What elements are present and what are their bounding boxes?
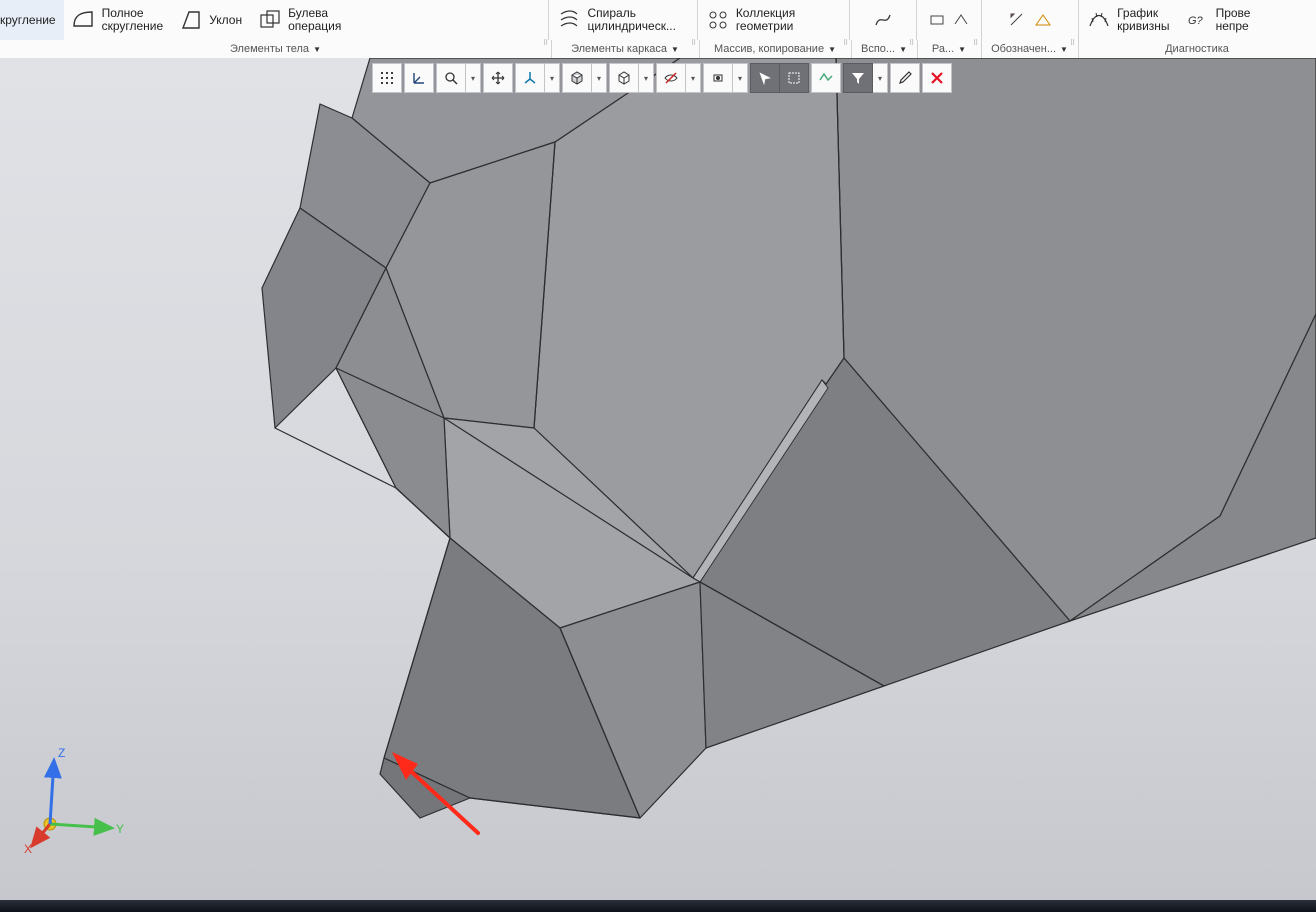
title-annot[interactable]: Обозначен...▼⠿ bbox=[981, 40, 1079, 58]
ribbon-item-check[interactable]: G? Провенепре bbox=[1178, 0, 1259, 40]
ribbon-group-aux bbox=[850, 0, 917, 40]
ribbon-group-dim bbox=[917, 0, 982, 40]
mb-close-icon[interactable] bbox=[922, 63, 952, 93]
ribbon-item-boolean[interactable]: Булеваоперация bbox=[250, 0, 349, 40]
ribbon-item-draft[interactable]: Уклон bbox=[171, 0, 250, 40]
ribbon-label: Коллекциягеометрии bbox=[736, 7, 795, 33]
ribbon-label: Провенепре bbox=[1216, 7, 1251, 33]
mb-grid-icon[interactable] bbox=[372, 63, 402, 93]
mb-ucs-icon[interactable] bbox=[404, 63, 434, 93]
svg-text:G?: G? bbox=[1188, 15, 1204, 27]
coordinate-triad[interactable]: X Y Z bbox=[12, 742, 132, 862]
spiral-icon bbox=[557, 8, 581, 32]
ribbon-label: Полноескругление bbox=[102, 7, 164, 33]
title-array[interactable]: Массив, копирование▼⠿ bbox=[699, 40, 852, 58]
axis-y-label: Y bbox=[116, 822, 124, 836]
ribbon-item-curvature-graph[interactable]: Графиккривизны bbox=[1079, 0, 1177, 40]
ribbon-label: Уклон bbox=[209, 14, 242, 27]
ribbon-item-fullround[interactable]: Полноескругление bbox=[64, 0, 172, 40]
ribbon-item-curve[interactable] bbox=[871, 8, 895, 32]
ribbon-small-3[interactable] bbox=[1005, 8, 1029, 32]
ribbon-group-array: Коллекциягеометрии bbox=[698, 0, 850, 40]
mb-orient-dd[interactable]: ▾ bbox=[545, 63, 560, 93]
ribbon-group-diag: Графиккривизны G? Провенепре bbox=[1079, 0, 1316, 40]
model-svg bbox=[0, 58, 1316, 900]
ribbon: кругление Полноескругление Уклон Булевао… bbox=[0, 0, 1316, 41]
mb-cube-dd[interactable]: ▾ bbox=[592, 63, 607, 93]
mb-hide-dd[interactable]: ▾ bbox=[686, 63, 701, 93]
ribbon-item-spiral[interactable]: Спиральцилиндрическ... bbox=[549, 0, 683, 40]
ribbon-item-geomcollection[interactable]: Коллекциягеометрии bbox=[698, 0, 803, 40]
axis-z-label: Z bbox=[58, 746, 65, 760]
title-diag: Диагностика bbox=[1078, 40, 1316, 58]
mb-persp-icon[interactable] bbox=[703, 63, 733, 93]
mb-zoom-dd[interactable]: ▾ bbox=[466, 63, 481, 93]
collection-icon bbox=[706, 8, 730, 32]
ribbon-group-annot bbox=[982, 0, 1080, 40]
check-icon: G? bbox=[1186, 8, 1210, 32]
fullround-icon bbox=[72, 8, 96, 32]
mb-cube-icon[interactable] bbox=[562, 63, 592, 93]
mb-persp-dd[interactable]: ▾ bbox=[733, 63, 748, 93]
mb-eyedrop-icon[interactable] bbox=[890, 63, 920, 93]
ribbon-group-body: кругление Полноескругление Уклон Булевао… bbox=[0, 0, 549, 40]
ribbon-titles: Элементы тела▼⠿ Элементы каркаса▼⠿ Масси… bbox=[0, 40, 1316, 59]
ribbon-label: Булеваоперация bbox=[288, 7, 341, 33]
ribbon-item-fillet[interactable]: кругление bbox=[0, 0, 64, 40]
mb-orient-icon[interactable] bbox=[515, 63, 545, 93]
mb-filter-icon[interactable] bbox=[843, 63, 873, 93]
axis-x-label: X bbox=[24, 842, 32, 856]
viewport-3d[interactable]: ▾ ▾ ▾ ▾ ▾ ▾ ▾ bbox=[0, 58, 1316, 900]
title-aux[interactable]: Вспо...▼⠿ bbox=[851, 40, 918, 58]
title-frame[interactable]: Элементы каркаса▼⠿ bbox=[551, 40, 700, 58]
mb-pan-icon[interactable] bbox=[483, 63, 513, 93]
ribbon-small-2[interactable] bbox=[949, 8, 973, 32]
os-taskbar[interactable] bbox=[0, 900, 1316, 912]
mb-wire-icon[interactable] bbox=[609, 63, 639, 93]
ribbon-label: Графиккривизны bbox=[1117, 7, 1169, 33]
ribbon-label: кругление bbox=[0, 14, 56, 27]
draft-icon bbox=[179, 8, 203, 32]
ribbon-small-4[interactable] bbox=[1031, 8, 1055, 32]
boolean-icon bbox=[258, 8, 282, 32]
mb-filter-dd[interactable]: ▾ bbox=[873, 63, 888, 93]
title-dim[interactable]: Ра...▼⠿ bbox=[917, 40, 982, 58]
title-body[interactable]: Элементы тела▼⠿ bbox=[0, 40, 552, 58]
mb-hide-icon[interactable] bbox=[656, 63, 686, 93]
ribbon-group-frame: Спиральцилиндрическ... bbox=[549, 0, 697, 40]
mb-pick-icon[interactable] bbox=[750, 63, 780, 93]
view-mini-toolbar: ▾ ▾ ▾ ▾ ▾ ▾ ▾ bbox=[372, 64, 952, 92]
mb-zoom-icon[interactable] bbox=[436, 63, 466, 93]
mb-region-icon[interactable] bbox=[811, 63, 841, 93]
mb-wire-dd[interactable]: ▾ bbox=[639, 63, 654, 93]
curvature-icon bbox=[1087, 8, 1111, 32]
ribbon-small-1[interactable] bbox=[925, 8, 949, 32]
ribbon-label: Спиральцилиндрическ... bbox=[587, 7, 675, 33]
mb-select-icon[interactable] bbox=[779, 63, 809, 93]
